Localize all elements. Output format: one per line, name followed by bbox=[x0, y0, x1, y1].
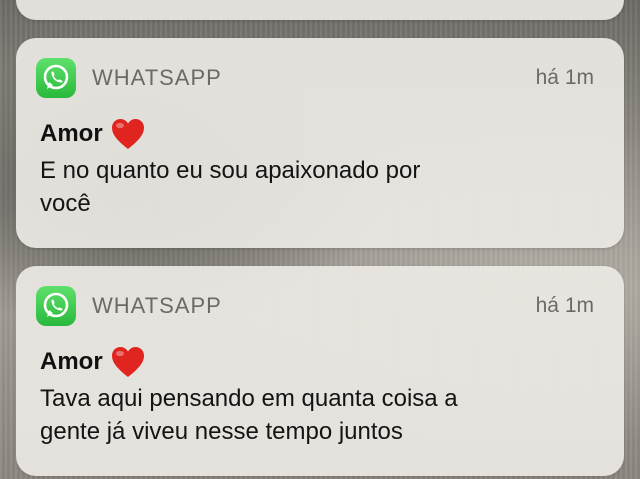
sender-name: Amor bbox=[40, 348, 103, 375]
notification-message: Tava aqui pensando em quanta coisa a gen… bbox=[40, 382, 600, 448]
notification-card[interactable]: WHATSAPP há 1m Amor Tava aqui pensando e… bbox=[16, 266, 624, 476]
notification-message: E no quanto eu sou apaixonado por você bbox=[40, 154, 600, 220]
app-name: WHATSAPP bbox=[92, 65, 222, 90]
heart-emoji-icon bbox=[111, 119, 144, 149]
whatsapp-icon bbox=[36, 286, 76, 326]
notification-card[interactable]: WHATSAPP há 1m Amor E no quanto eu sou a… bbox=[16, 38, 624, 248]
notification-title: Amor bbox=[40, 116, 147, 152]
sender-name: Amor bbox=[40, 120, 103, 147]
heart-emoji-icon bbox=[111, 347, 144, 377]
notification-title: Amor bbox=[40, 344, 147, 380]
message-line: gente já viveu nesse tempo juntos bbox=[40, 418, 403, 445]
app-name: WHATSAPP bbox=[92, 293, 222, 318]
message-line: E no quanto eu sou apaixonado por bbox=[40, 157, 421, 184]
notification-time: há 1m bbox=[535, 66, 594, 89]
notification-card-previous[interactable] bbox=[16, 0, 624, 20]
notification-header: WHATSAPP há 1m bbox=[36, 58, 594, 98]
whatsapp-icon bbox=[36, 58, 76, 98]
notification-header: WHATSAPP há 1m bbox=[36, 286, 594, 326]
message-line: você bbox=[40, 190, 91, 217]
notification-time: há 1m bbox=[535, 294, 594, 317]
message-line: Tava aqui pensando em quanta coisa a bbox=[40, 385, 458, 412]
